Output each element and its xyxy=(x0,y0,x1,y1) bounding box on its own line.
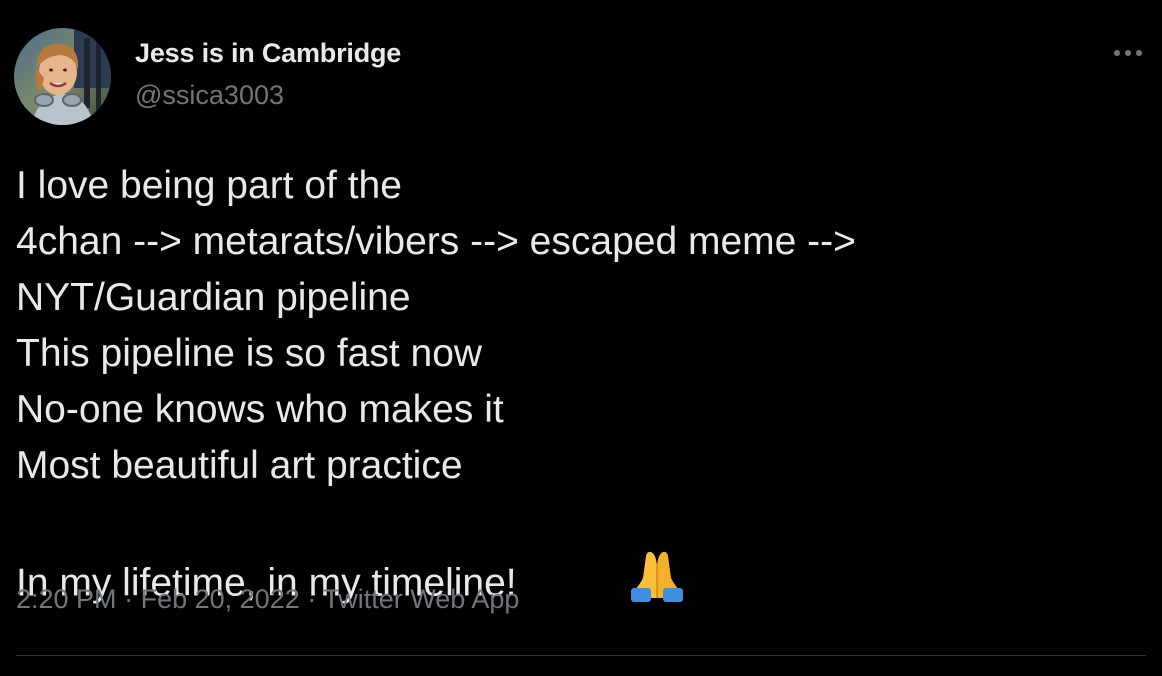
tweet-text-line: NYT/Guardian pipeline xyxy=(16,276,411,319)
tweet-text: I love being part of the 4chan --> metar… xyxy=(16,158,1136,604)
tweet-text-line: No-one knows who makes it xyxy=(16,388,504,431)
tweet-text-line: I love being part of the xyxy=(16,164,402,207)
tweet-text-line: Most beautiful art practice xyxy=(16,444,463,487)
tweet-text-line: 4chan --> metarats/vibers --> escaped me… xyxy=(16,220,856,263)
tweet-text-line-last: In my lifetime, in my timeline! 🙏 xyxy=(16,494,1136,604)
tweet: Jess is in Cambridge @ssica3003 I love b… xyxy=(0,0,1162,672)
tweet-date[interactable]: Feb 20, 2022 xyxy=(141,584,300,614)
meta-separator: · xyxy=(307,584,317,614)
avatar-photo-icon xyxy=(14,28,111,125)
author-display-name[interactable]: Jess is in Cambridge xyxy=(135,38,401,69)
folded-hands-emoji-icon: 🙏 xyxy=(543,492,686,674)
more-options-button[interactable] xyxy=(1108,38,1148,68)
tweet-text-line: This pipeline is so fast now xyxy=(16,332,483,375)
author-handle[interactable]: @ssica3003 xyxy=(135,80,284,111)
meta-separator: · xyxy=(124,584,134,614)
tweet-time[interactable]: 2:20 PM xyxy=(16,584,117,614)
divider xyxy=(16,655,1146,656)
author-avatar[interactable] xyxy=(14,28,111,125)
more-horizontal-icon xyxy=(1114,50,1142,56)
tweet-source[interactable]: Twitter Web App xyxy=(323,584,519,614)
tweet-metadata: 2:20 PM · Feb 20, 2022 · Twitter Web App xyxy=(16,584,519,615)
